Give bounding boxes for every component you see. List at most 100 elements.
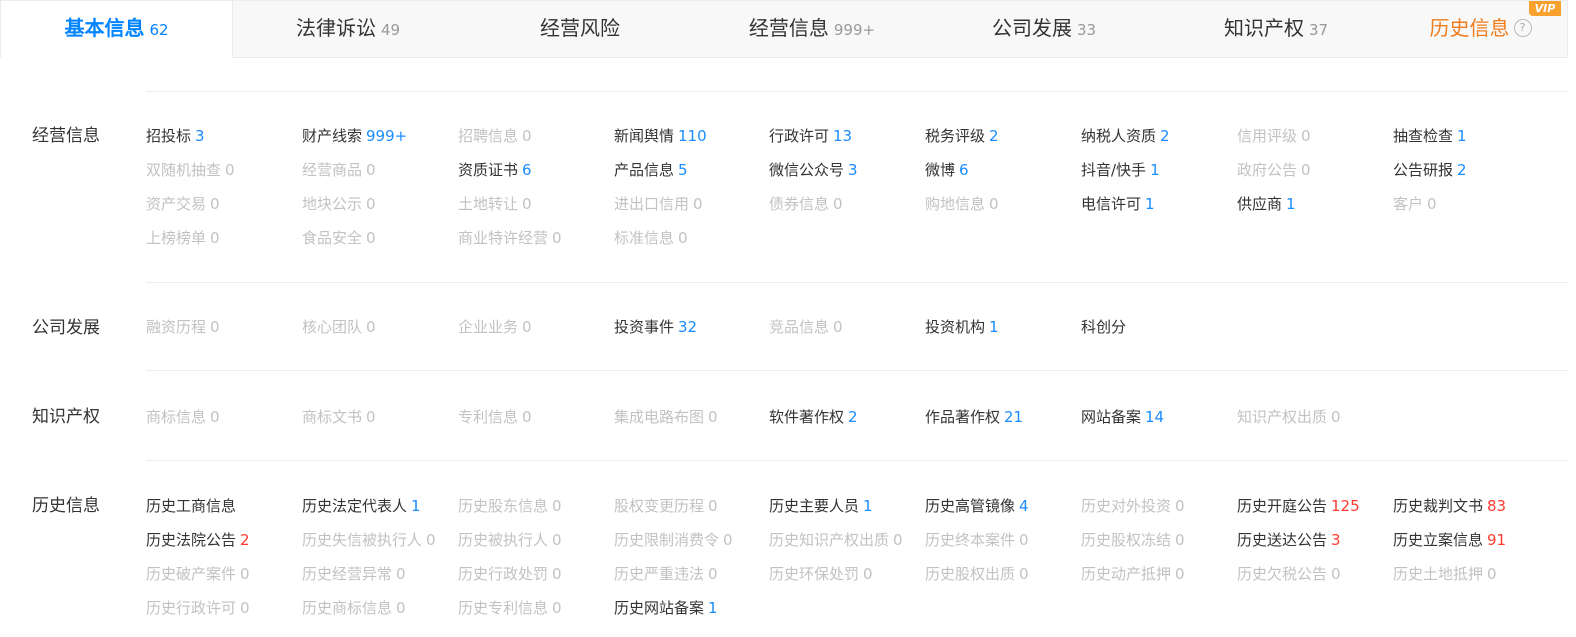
nav-item: 经营商品 0 [302,160,376,180]
nav-item-label: 资质证书 [458,161,519,179]
nav-item-label: 双随机抽查 [146,161,222,179]
tab-label: 历史信息 [1429,16,1510,40]
nav-item-label: 软件著作权 [769,408,845,426]
nav-item[interactable]: 行政许可 13 [769,126,852,146]
nav-item-count: 2 [1160,127,1170,145]
nav-item-label: 历史行政许可 [146,599,237,617]
nav-item-label: 资产交易 [146,195,207,213]
tab-basic-info[interactable]: 基本信息 62 [1,1,233,58]
nav-item[interactable]: 历史裁判文书 83 [1393,496,1506,516]
nav-item-count: 0 [1331,408,1341,426]
nav-item-label: 微信公众号 [769,161,845,179]
nav-item[interactable]: 历史开庭公告 125 [1237,496,1360,516]
tab-legal[interactable]: 法律诉讼 49 [232,1,464,58]
nav-item[interactable]: 公告研报 2 [1393,160,1467,180]
nav-item-count: 0 [210,195,220,213]
nav-item[interactable]: 财产线索 999+ [302,126,407,146]
nav-item: 融资历程 0 [146,317,220,337]
nav-item-count: 0 [210,318,220,336]
section-development-title: 公司发展 [32,318,100,338]
divider [146,370,1568,371]
nav-item-label: 公告研报 [1393,161,1454,179]
nav-item-label: 专利信息 [458,408,519,426]
nav-item[interactable]: 微博 6 [925,160,969,180]
nav-item[interactable]: 投资事件 32 [614,317,697,337]
nav-item[interactable]: 科创分 [1081,317,1126,337]
nav-item: 历史行政处罚 0 [458,564,562,584]
nav-item[interactable]: 资质证书 6 [458,160,532,180]
nav-item-count: 21 [1004,408,1024,426]
tab-development[interactable]: 公司发展 33 [928,1,1160,58]
nav-item-label: 地块公示 [302,195,363,213]
nav-item[interactable]: 历史高管镜像 4 [925,496,1029,516]
help-icon[interactable]: ? [1513,18,1532,37]
nav-item[interactable]: 电信许可 1 [1081,194,1155,214]
nav-item-count: 0 [1487,565,1497,583]
nav-item[interactable]: 软件著作权 2 [769,407,858,427]
nav-item-label: 历史知识产权出质 [769,531,890,549]
nav-item-label: 历史土地抵押 [1393,565,1484,583]
nav-item-count: 0 [396,565,406,583]
nav-item[interactable]: 纳税人资质 2 [1081,126,1170,146]
nav-item: 商标信息 0 [146,407,220,427]
nav-item-label: 政府公告 [1237,161,1298,179]
nav-item[interactable]: 微信公众号 3 [769,160,858,180]
nav-item-label: 历史法院公告 [146,531,237,549]
nav-item-label: 产品信息 [614,161,675,179]
tab-count: 37 [1308,21,1329,39]
nav-item[interactable]: 历史主要人员 1 [769,496,873,516]
nav-item-count: 83 [1487,497,1507,515]
nav-item-count: 0 [366,229,376,247]
tab-business-info[interactable]: 经营信息 999+ [696,1,928,58]
nav-item[interactable]: 招投标 3 [146,126,205,146]
nav-item[interactable]: 历史立案信息 91 [1393,530,1506,550]
nav-item-label: 历史网站备案 [614,599,705,617]
nav-item[interactable]: 新闻舆情 110 [614,126,707,146]
tab-risk[interactable]: 经营风险 [464,1,696,58]
nav-item-count: 0 [366,195,376,213]
nav-item[interactable]: 税务评级 2 [925,126,999,146]
nav-item-label: 债券信息 [769,195,830,213]
nav-item[interactable]: 投资机构 1 [925,317,999,337]
nav-item-label: 商标文书 [302,408,363,426]
nav-item-count: 0 [210,408,220,426]
nav-item[interactable]: 历史送达公告 3 [1237,530,1341,550]
nav-item: 历史知识产权出质 0 [769,530,903,550]
nav-item-label: 上榜榜单 [146,229,207,247]
nav-item-label: 招投标 [146,127,192,145]
nav-item: 历史欠税公告 0 [1237,564,1341,584]
nav-item[interactable]: 历史法定代表人 1 [302,496,421,516]
nav-item-label: 历史行政处罚 [458,565,549,583]
nav-item: 商业特许经营 0 [458,228,562,248]
nav-item-count: 91 [1487,531,1507,549]
nav-item[interactable]: 历史工商信息 [146,496,236,516]
nav-item-count: 2 [848,408,858,426]
nav-item-count: 0 [552,565,562,583]
nav-item-label: 经营商品 [302,161,363,179]
divider [146,91,1568,92]
nav-item-count: 14 [1145,408,1165,426]
tab-label: 经营信息 [748,16,829,40]
nav-item[interactable]: 供应商 1 [1237,194,1296,214]
nav-item[interactable]: 抖音/快手 1 [1081,160,1160,180]
nav-item-label: 网站备案 [1081,408,1142,426]
nav-item-label: 历史主要人员 [769,497,860,515]
nav-item: 核心团队 0 [302,317,376,337]
nav-item[interactable]: 历史网站备案 1 [614,598,718,618]
nav-item: 历史对外投资 0 [1081,496,1185,516]
nav-item: 进出口信用 0 [614,194,703,214]
nav-item[interactable]: 历史法院公告 2 [146,530,250,550]
tab-history[interactable]: 历史信息? VIP [1392,1,1569,58]
nav-item-label: 历史股权出质 [925,565,1016,583]
tab-ip[interactable]: 知识产权 37 [1160,1,1392,58]
nav-item[interactable]: 抽查检查 1 [1393,126,1467,146]
nav-item-count: 0 [1175,531,1185,549]
nav-item-count: 1 [1457,127,1467,145]
nav-item[interactable]: 网站备案 14 [1081,407,1164,427]
nav-item-label: 历史股权冻结 [1081,531,1172,549]
divider [146,460,1568,461]
nav-item-count: 0 [863,565,873,583]
nav-item[interactable]: 作品著作权 21 [925,407,1023,427]
nav-item[interactable]: 产品信息 5 [614,160,688,180]
nav-item: 历史失信被执行人 0 [302,530,436,550]
